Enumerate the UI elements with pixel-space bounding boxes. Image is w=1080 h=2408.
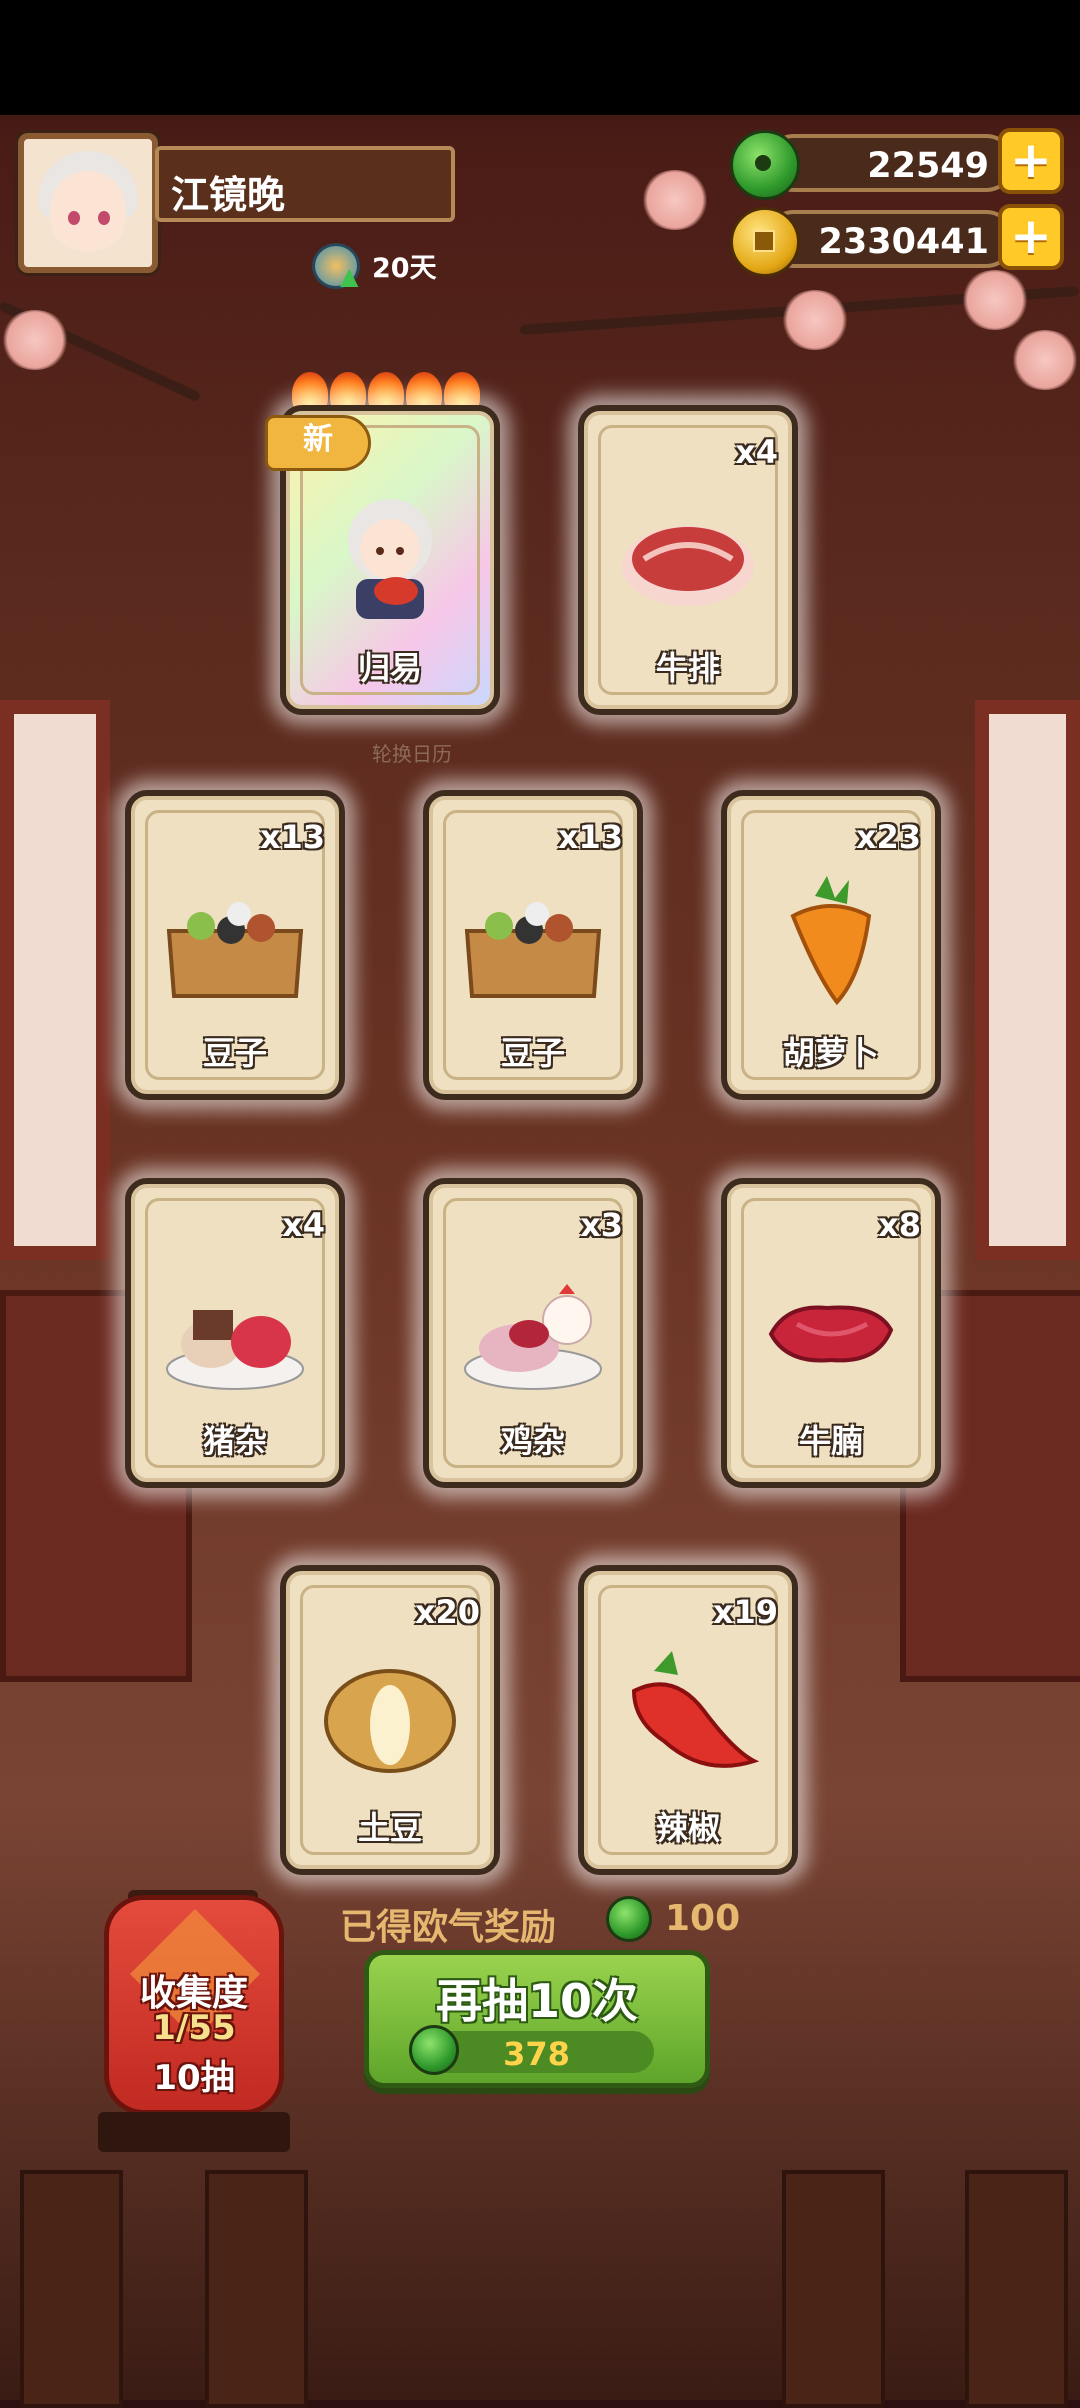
card-potato[interactable]: x20 土豆 xyxy=(280,1565,500,1875)
collection-progress: 1/55 xyxy=(152,2008,236,2048)
rotation-calendar-hint: 轮换日历 xyxy=(372,742,452,766)
chicken-offal-icon xyxy=(464,1284,602,1390)
avatar-eye xyxy=(98,211,110,225)
card-label: 牛腩 xyxy=(798,1422,863,1460)
carrot-icon xyxy=(790,876,872,1006)
avatar-eye xyxy=(68,211,80,225)
card-label: 猪杂 xyxy=(202,1422,267,1460)
card-beans-2[interactable]: x13 豆子 xyxy=(423,790,643,1100)
gold-amount: 2330441 xyxy=(818,222,989,262)
pork-offal-icon xyxy=(166,1310,304,1390)
card-carrot[interactable]: x23 胡萝卜 xyxy=(721,790,941,1100)
card-label: 豆子 xyxy=(202,1034,267,1072)
arrow-up-icon: ▲ xyxy=(340,262,359,290)
card-beans-1[interactable]: x13 豆子 xyxy=(125,790,345,1100)
fence-post xyxy=(782,2170,885,2408)
draw-again-button[interactable]: 再抽10次 378 xyxy=(364,1950,710,2088)
beef-brisket-icon xyxy=(768,1305,894,1363)
card-chicken-offal[interactable]: x3 鸡杂 xyxy=(423,1178,643,1488)
gold-coin-icon xyxy=(730,207,800,277)
card-label: 鸡杂 xyxy=(500,1422,565,1460)
card-label: 胡萝卜 xyxy=(782,1034,879,1072)
player-name: 江镜晚 xyxy=(171,173,286,217)
collection-lantern[interactable]: 收集度 1/55 10抽 xyxy=(104,1895,284,2115)
jade-coin-icon xyxy=(606,1896,652,1942)
card-steak[interactable]: x4 牛排 xyxy=(578,405,798,715)
steak-icon xyxy=(622,526,754,606)
avatar-face xyxy=(50,171,126,251)
character-art xyxy=(348,499,432,619)
card-count: x8 xyxy=(878,1206,921,1244)
card-label: 土豆 xyxy=(357,1809,422,1847)
status-bar xyxy=(0,0,1080,115)
right-window xyxy=(975,700,1080,1260)
card-label: 豆子 xyxy=(500,1034,565,1072)
card-count: x19 xyxy=(712,1593,778,1631)
card-pork-offal[interactable]: x4 猪杂 xyxy=(125,1178,345,1488)
draw-cost: 378 xyxy=(503,2035,570,2073)
name-plate: 江镜晚 xyxy=(155,146,455,222)
blossom-decoration xyxy=(780,290,850,350)
card-chili[interactable]: x19 辣椒 xyxy=(578,1565,798,1875)
gold-currency-bar: 2330441 xyxy=(765,210,1015,268)
blossom-decoration xyxy=(1010,330,1080,390)
left-window xyxy=(0,700,110,1260)
chili-icon xyxy=(631,1651,760,1768)
blossom-decoration xyxy=(640,170,710,230)
card-label: 归易 xyxy=(357,649,422,687)
jade-amount: 22549 xyxy=(867,146,989,186)
blossom-decoration xyxy=(0,310,70,370)
card-count: x23 xyxy=(855,818,921,856)
card-count: x4 xyxy=(282,1206,325,1244)
card-beef-brisket[interactable]: x8 牛腩 xyxy=(721,1178,941,1488)
draw-count: 10抽 xyxy=(153,2058,235,2098)
beans-box-icon xyxy=(464,902,602,998)
blossom-decoration xyxy=(960,270,1030,330)
cost-pill: 378 xyxy=(409,2025,654,2075)
days-counter: 20天 xyxy=(372,253,437,284)
new-badge: 新 xyxy=(265,415,371,471)
fence-post xyxy=(20,2170,123,2408)
fence-post xyxy=(965,2170,1068,2408)
avatar[interactable] xyxy=(18,133,158,273)
card-count: x13 xyxy=(557,818,623,856)
card-label: 牛排 xyxy=(655,649,720,687)
draw-again-label: 再抽10次 xyxy=(435,1974,638,2028)
reward-label: 已得欧气奖励 xyxy=(340,1907,557,1948)
beans-box-icon xyxy=(166,902,304,998)
card-count: x4 xyxy=(735,433,778,471)
card-count: x3 xyxy=(580,1206,623,1244)
card-count: x13 xyxy=(259,818,325,856)
jade-coin-icon xyxy=(730,130,800,200)
potato-icon xyxy=(324,1669,456,1773)
lantern-stand xyxy=(98,2112,290,2152)
fence-post xyxy=(205,2170,308,2408)
reward-value: 100 xyxy=(665,1898,741,1939)
add-jade-button[interactable]: + xyxy=(998,128,1064,194)
jade-currency-bar: 22549 xyxy=(765,134,1015,192)
card-label: 辣椒 xyxy=(655,1809,720,1847)
add-gold-button[interactable]: + xyxy=(998,204,1064,270)
card-count: x20 xyxy=(414,1593,480,1631)
